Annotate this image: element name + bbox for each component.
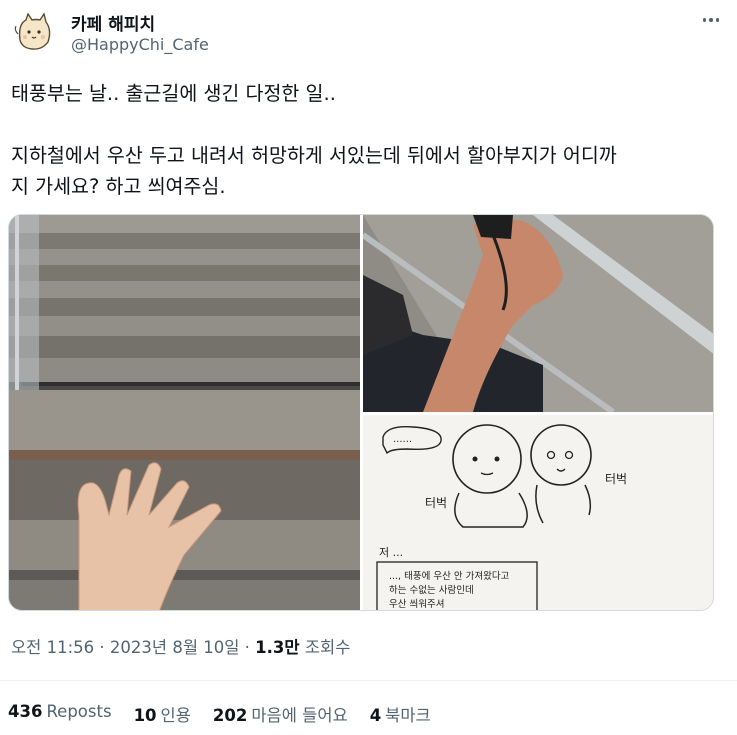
cat-avatar-icon [12,10,56,54]
views-label: 조회수 [304,638,351,657]
drawing-note-header: 저 ... [379,546,403,559]
tweet-time[interactable]: 오전 11:56 [11,638,94,657]
tweet-header: 카페 해피치 @HappyChi_Cafe [12,8,725,58]
drawing-note-line: 우산 씌워주셔 [389,599,444,610]
author-handle[interactable]: @HappyChi_Cafe [71,35,209,54]
stat-reposts[interactable]: 436 Reposts [8,702,112,726]
more-horizontal-icon[interactable] [699,10,723,30]
tweet-meta: 오전 11:56 · 2023년 8월 10일 · 1.3만 조회수 [11,634,350,658]
drawing-note-line: 하는 수없는 사람인데 [389,584,474,596]
meta-separator: · [244,638,250,657]
photo-umbrella-hand[interactable] [363,215,713,412]
tweet-text: 태풍부는 날.. 출근길에 생긴 다정한 일.. 지하철에서 우산 두고 내려서… [11,82,617,198]
media-grid: ...... 터벅 터벅 저 ... ..., 태풍에 우산 안 가져왔다고 하… [8,214,714,611]
meta-separator: · [99,638,105,657]
views-count: 1.3만 [255,638,300,657]
drawing-label-right: 터벅 [605,472,627,486]
divider [0,680,737,681]
stat-likes[interactable]: 202 마음에 들어요 [213,702,348,726]
stat-quotes[interactable]: 10 인용 [134,702,191,726]
photo-drawing[interactable]: ...... 터벅 터벅 저 ... ..., 태풍에 우산 안 가져왔다고 하… [363,415,713,610]
drawing-speech: ...... [393,434,412,445]
stat-bookmarks[interactable]: 4 북마크 [370,702,431,726]
drawing-label-left: 터벅 [425,496,447,510]
author-display-name[interactable]: 카페 해피치 [71,10,155,35]
photo-stairs[interactable] [9,215,360,610]
tweet-stats: 436 Reposts 10 인용 202 마음에 들어요 4 북마크 [8,702,431,726]
tweet-date[interactable]: 2023년 8월 10일 [110,638,240,657]
drawing-note-line: ..., 태풍에 우산 안 가져왔다고 [389,571,510,582]
avatar[interactable] [12,10,56,54]
